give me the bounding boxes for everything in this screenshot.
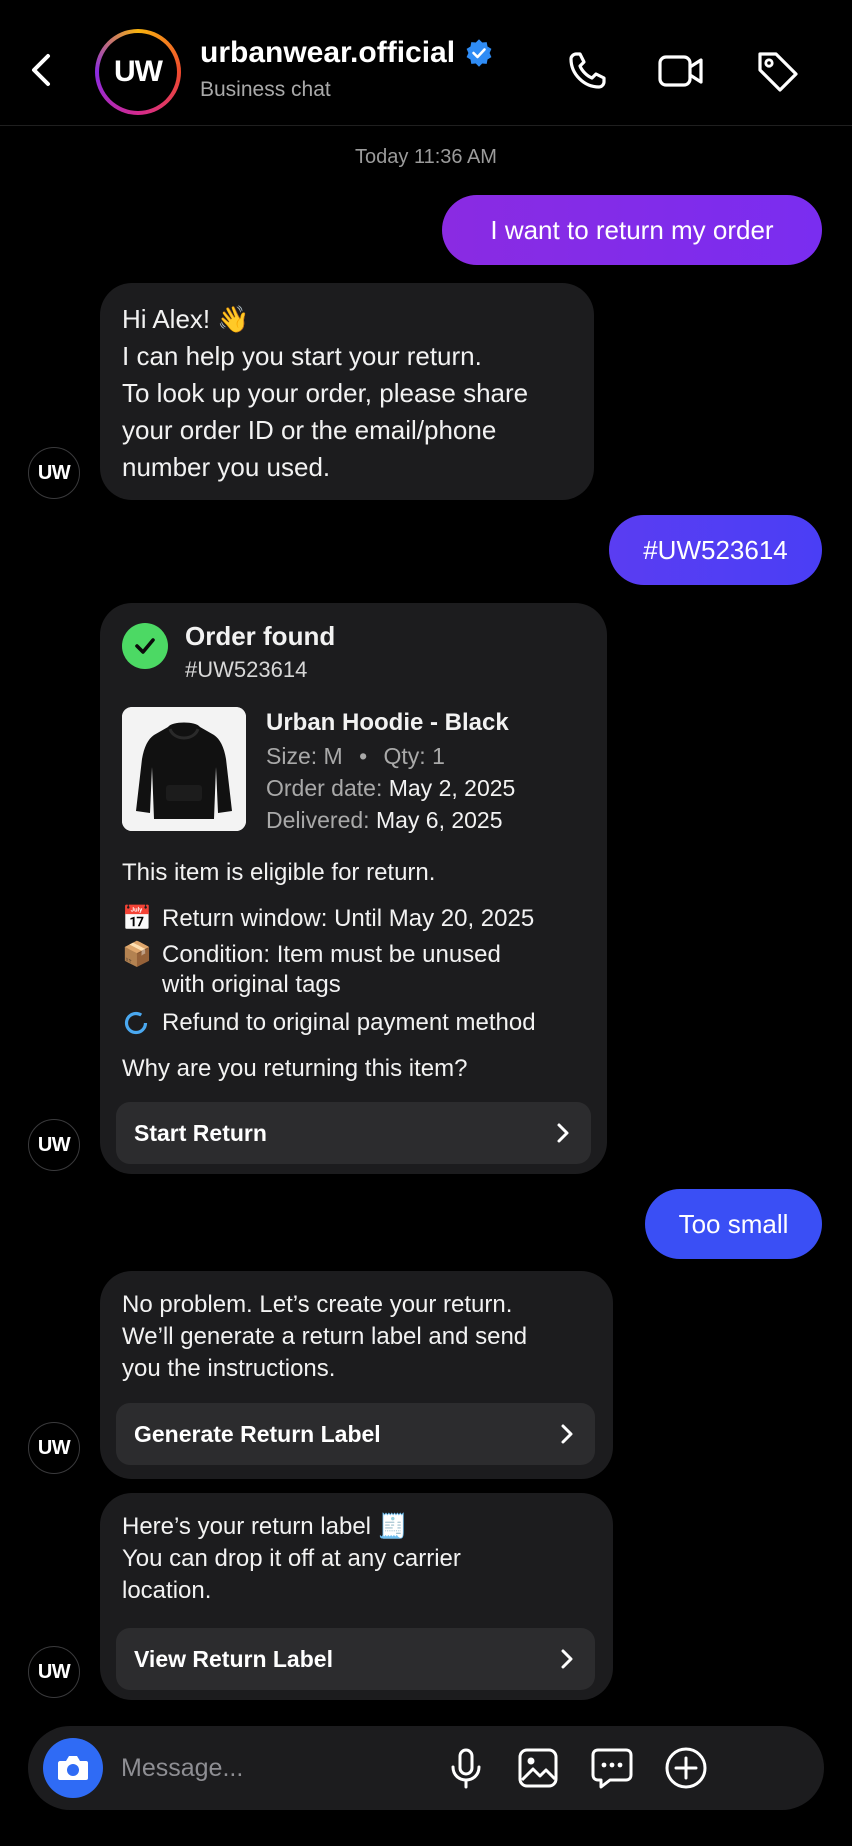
header-subtitle: Business chat <box>200 78 331 101</box>
image-icon[interactable] <box>514 1744 562 1792</box>
page-title: urbanwear.official <box>200 36 456 69</box>
receipt-icon: 🧾 <box>377 1513 408 1540</box>
message-line: location. <box>122 1577 212 1604</box>
order-date-value: May 2, 2025 <box>388 775 516 801</box>
camera-button[interactable] <box>43 1738 103 1798</box>
message-text: #UW523614 <box>643 534 788 565</box>
product-size-qty: Size: M • Qty: 1 <box>266 743 445 770</box>
phone-icon[interactable] <box>562 46 612 96</box>
message-line: To look up your order, please share <box>122 378 529 408</box>
outgoing-message[interactable]: Too small <box>645 1189 822 1259</box>
button-label: Generate Return Label <box>134 1420 381 1447</box>
return-question: Why are you returning this item? <box>122 1055 468 1082</box>
chevron-right-icon <box>561 1649 573 1669</box>
message-line-text: Here’s your return label <box>122 1513 372 1540</box>
outgoing-message[interactable]: I want to return my order <box>442 195 822 265</box>
incoming-message: Here’s your return label 🧾 You can drop … <box>100 1493 613 1700</box>
start-return-button[interactable]: Start Return <box>116 1102 591 1164</box>
check-circle-icon <box>122 623 168 669</box>
condition-text: Condition: Item must be unused <box>162 941 501 968</box>
condition-text-cont: with original tags <box>162 971 341 998</box>
video-icon[interactable] <box>656 46 706 96</box>
generate-return-label-button[interactable]: Generate Return Label <box>116 1403 595 1465</box>
button-label: Start Return <box>134 1119 267 1146</box>
chevron-right-icon <box>561 1424 573 1444</box>
chat-header: UW urbanwear.official Business chat <box>0 0 852 126</box>
message-text: Too small <box>678 1208 789 1239</box>
box-icon: 📦 <box>122 941 152 968</box>
verified-badge-icon <box>466 39 492 67</box>
delivered-row: Delivered: May 6, 2025 <box>266 807 503 834</box>
refund-text: Refund to original payment method <box>162 1009 536 1036</box>
bullet-separator: • <box>359 743 368 769</box>
message-line: You can drop it off at any carrier <box>122 1545 461 1572</box>
microphone-icon[interactable] <box>442 1744 490 1792</box>
order-card: Order found #UW523614 Urban Hoodie - Bla… <box>100 603 607 1174</box>
message-line: you the instructions. <box>122 1355 336 1382</box>
refund-cycle-icon <box>124 1011 148 1035</box>
product-image[interactable] <box>122 707 246 831</box>
avatar[interactable]: UW <box>28 447 80 499</box>
message-line: Hi Alex! 👋 <box>122 304 250 334</box>
message-text: I want to return my order <box>490 214 774 245</box>
message-line: Here’s your return label 🧾 <box>122 1511 591 1543</box>
delivered-label: Delivered: <box>266 807 370 833</box>
message-line: No problem. Let’s create your return. <box>122 1291 513 1318</box>
message-line: your order ID or the email/phone <box>122 415 497 445</box>
avatar[interactable]: UW <box>28 1646 80 1698</box>
message-line: number you used. <box>122 452 331 482</box>
qty-label: Qty: 1 <box>383 743 445 769</box>
message-input[interactable] <box>121 1750 421 1786</box>
order-date-row: Order date: May 2, 2025 <box>266 775 515 802</box>
calendar-icon: 📅 <box>122 905 152 932</box>
chevron-right-icon <box>557 1123 569 1143</box>
avatar[interactable]: UW <box>28 1119 80 1171</box>
message-line: We’ll generate a return label and send <box>122 1323 528 1350</box>
order-id: #UW523614 <box>185 657 308 682</box>
product-name: Urban Hoodie - Black <box>266 709 509 736</box>
avatar-initials: UW <box>99 33 177 111</box>
back-chevron-icon[interactable] <box>22 48 62 92</box>
incoming-message[interactable]: Hi Alex! 👋 I can help you start your ret… <box>100 283 594 500</box>
chat-timestamp: Today 11:36 AM <box>355 146 497 168</box>
button-label: View Return Label <box>134 1645 333 1672</box>
size-label: Size: M <box>266 743 343 769</box>
eligibility-text: This item is eligible for return. <box>122 859 436 886</box>
profile-avatar[interactable]: UW <box>95 29 181 115</box>
delivered-value: May 6, 2025 <box>375 807 503 833</box>
header-title-block[interactable]: urbanwear.official Business chat <box>200 36 493 102</box>
sticker-chat-icon[interactable] <box>588 1744 636 1792</box>
incoming-message: No problem. Let’s create your return. We… <box>100 1271 613 1479</box>
camera-icon <box>58 1756 88 1780</box>
avatar[interactable]: UW <box>28 1422 80 1474</box>
outgoing-message[interactable]: #UW523614 <box>609 515 822 585</box>
message-line: I can help you start your return. <box>122 341 482 371</box>
order-card-title: Order found <box>185 621 336 651</box>
view-return-label-button[interactable]: View Return Label <box>116 1628 595 1690</box>
return-window-text: Return window: Until May 20, 2025 <box>162 905 535 932</box>
order-date-label: Order date: <box>266 775 383 801</box>
tag-icon[interactable] <box>752 46 802 96</box>
message-composer <box>28 1726 824 1810</box>
plus-circle-icon[interactable] <box>662 1744 710 1792</box>
